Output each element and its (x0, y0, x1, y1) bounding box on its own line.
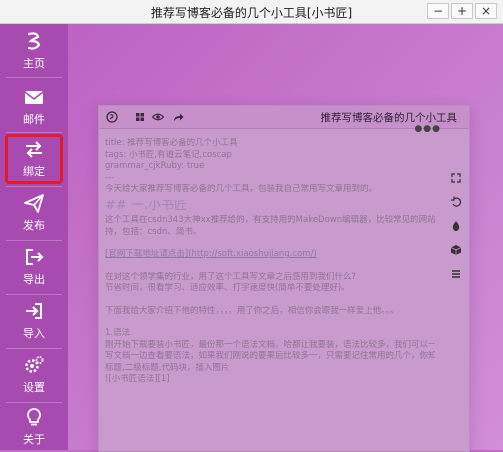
app-body: 主页 邮件 绑定 发布 导出 导入 设置 关于 推荐写博客必备的几个小工具 ●●… (0, 24, 503, 452)
eye-icon[interactable] (151, 110, 165, 124)
editor-line: 标题,二级标题,代码块，插入图片 (105, 362, 230, 373)
nav-about[interactable]: 关于 (0, 400, 68, 452)
bulb-icon (23, 406, 45, 428)
close-button[interactable]: × (475, 3, 497, 19)
editor-line: 今天给大家推荐写博客必备的几个工具，包装我自己常用写文章用到的。 (105, 184, 378, 194)
nav-bind[interactable]: 绑定 (0, 132, 68, 184)
editor-line: ![小书匠语法][1] (105, 374, 170, 384)
nav-settings-label: 设置 (23, 381, 45, 394)
nav-divider (6, 77, 62, 78)
nav-import-label: 导入 (23, 327, 45, 340)
editor-blank-line (105, 261, 435, 272)
editor-side-tools (449, 172, 463, 292)
nav-mail-label: 邮件 (23, 113, 45, 126)
logo-icon[interactable] (105, 110, 119, 124)
editor-line: 1.语法 (105, 328, 131, 338)
editor-line: 写文档一边查看要语法，如果我们刚说的要果后比较多一，只需要记住常用的几个，你知 (105, 351, 435, 361)
editor-heading: ## 一.小书匠 (105, 199, 188, 212)
nav-home[interactable]: 主页 (0, 24, 68, 76)
maximize-button[interactable]: + (451, 3, 473, 19)
editor-line: 这个工具在csdn343大神xx推荐给的，有支持用的MakeDown编辑器，比较… (105, 215, 435, 225)
nav-home-label: 主页 (23, 57, 45, 70)
grid-icon[interactable] (133, 110, 147, 124)
nav-settings[interactable]: 设置 (0, 348, 68, 400)
editor-line: title: 推荐写博客必备的几个小工具 (105, 138, 238, 148)
gear-icon (23, 354, 45, 376)
mail-icon (23, 86, 45, 108)
cube-icon[interactable] (449, 244, 463, 258)
fullscreen-icon[interactable] (449, 172, 463, 186)
nav-export-label: 导出 (23, 273, 45, 286)
editor-content[interactable]: title: 推荐写博客必备的几个小工具 tags: 小书匠,有道云笔记,cos… (105, 138, 435, 386)
editor-title: 推荐写博客必备的几个小工具 (320, 112, 458, 124)
share-icon[interactable] (171, 110, 185, 124)
nav-about-label: 关于 (23, 433, 45, 446)
editor-line: grammar_cjkRuby: true (105, 161, 205, 171)
nav-mail[interactable]: 邮件 (0, 80, 68, 132)
editor-blank-line (105, 295, 435, 306)
undo-icon[interactable] (449, 196, 463, 210)
editor-link-line: [官网下载地址请点击](http://soft.xiaoshujiang.com… (105, 249, 317, 259)
export-icon (23, 246, 45, 268)
editor-line: 刚开始下载要装小书匠，最份那一个语法文档，哈都让我要装，语法比较多，我们可以一边 (105, 339, 435, 350)
swap-icon (23, 138, 45, 160)
import-icon (23, 300, 45, 322)
window-titlebar: 推荐写博客必备的几个小工具[小书匠] − + × (0, 0, 503, 24)
nav-publish-label: 发布 (23, 219, 45, 232)
editor-line: 在对这个领学集的行业，用了这个工具写文章之后感用到我们什么? (105, 271, 357, 282)
sidebar: 主页 邮件 绑定 发布 导出 导入 设置 关于 (0, 24, 68, 450)
window-controls: − + × (427, 3, 497, 19)
nav-publish[interactable]: 发布 (0, 186, 68, 238)
list-icon[interactable] (449, 268, 463, 282)
editor-blank-line (105, 317, 435, 328)
nav-export[interactable]: 导出 (0, 240, 68, 292)
editor-line: 下面我给大家介绍下他的特性，，，，用了你之后，相信你会跟我一样爱上他。。。 (105, 305, 399, 316)
editor-line: 节省时间，很看学习、适应效率、打字速度快(简单不要处理好)。 (105, 283, 350, 293)
minimize-button[interactable]: − (427, 3, 449, 19)
editor-line: 持，包括：csdn、简书。 (105, 226, 202, 237)
editor-line: --- (105, 172, 115, 183)
more-dots[interactable]: ●●● (414, 124, 441, 134)
send-icon (23, 192, 45, 214)
editor-blank-line (105, 238, 435, 249)
editor-line: tags: 小书匠,有道云笔记,coscap (105, 149, 232, 160)
drop-icon[interactable] (449, 220, 463, 234)
nav-import[interactable]: 导入 (0, 294, 68, 346)
editor-panel[interactable]: 推荐写博客必备的几个小工具 ●●● title: 推荐写博客必备的几个小工具 t… (98, 105, 470, 452)
nav-bind-label: 绑定 (23, 165, 45, 178)
home-logo-icon (23, 30, 45, 52)
